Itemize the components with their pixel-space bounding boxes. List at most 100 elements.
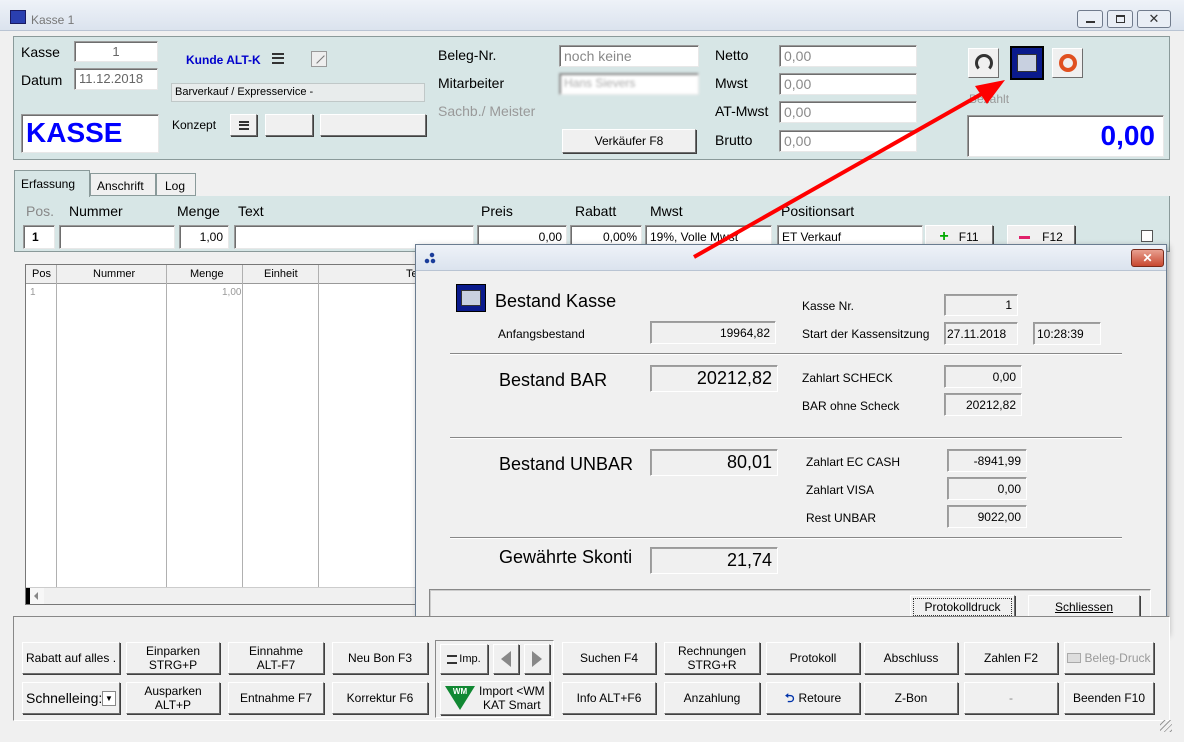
divider	[450, 353, 1122, 355]
list-icon[interactable]	[272, 53, 284, 64]
rabatt-auf-alles-button[interactable]: Rabatt auf alles .	[22, 642, 120, 674]
maximize-button[interactable]	[1107, 10, 1133, 28]
einnahme-button[interactable]: Einnahme ALT-F7	[228, 642, 324, 674]
start-time-value: 10:28:39	[1033, 322, 1101, 345]
beleg-druck-button[interactable]: Beleg-Druck	[1064, 642, 1154, 674]
visa-value: 0,00	[947, 477, 1027, 500]
pos-input[interactable]: 1	[23, 225, 55, 249]
menge-input[interactable]: 1,00	[179, 225, 229, 249]
brutto-field[interactable]: 0,00	[779, 130, 917, 152]
row-pos: 1	[30, 287, 36, 298]
z-bon-button[interactable]: Z-Bon	[864, 682, 958, 714]
grid-col-divider	[242, 265, 243, 604]
beenden-button[interactable]: Beenden F10	[1064, 682, 1154, 714]
undo-icon: ⮌	[784, 691, 795, 705]
list-icon	[238, 120, 249, 130]
headset-button[interactable]	[968, 48, 999, 78]
mitarbeiter-field[interactable]: Hans Sievers	[559, 73, 699, 95]
edit-pencil-icon[interactable]	[311, 51, 327, 67]
divider	[450, 437, 1122, 439]
scheck-value: 0,00	[944, 365, 1022, 388]
korrektur-button[interactable]: Korrektur F6	[332, 682, 428, 714]
visa-label: Zahlart VISA	[806, 483, 875, 497]
menge-header: Menge	[177, 203, 220, 219]
ausparken-button[interactable]: Ausparken ALT+P	[126, 682, 220, 714]
konzept-list-button[interactable]	[230, 114, 257, 136]
abschluss-button[interactable]: Abschluss	[864, 642, 958, 674]
konzept-field-1[interactable]	[265, 114, 313, 136]
grid-header-pos[interactable]: Pos	[32, 268, 51, 280]
grid-header-menge[interactable]: Menge	[190, 268, 224, 280]
mitarbeiter-label: Mitarbeiter	[438, 75, 505, 91]
wm-logo-icon: WM	[445, 686, 475, 710]
imp-button[interactable]: Imp.	[440, 644, 488, 674]
divider	[450, 537, 1122, 539]
beleg-field[interactable]: noch keine	[559, 45, 699, 67]
ec-label: Zahlart EC CASH	[806, 455, 901, 469]
bar-label: Bestand BAR	[499, 370, 608, 390]
lifebuoy-button[interactable]	[1052, 48, 1083, 78]
tab-log[interactable]: Log	[156, 173, 196, 196]
info-button[interactable]: Info ALT+F6	[562, 682, 656, 714]
scroll-left-button[interactable]	[26, 588, 44, 604]
cash-register-button[interactable]	[1010, 46, 1044, 80]
einparken-button[interactable]: Einparken STRG+P	[126, 642, 220, 674]
kunde-label[interactable]: Kunde ALT-K	[186, 53, 261, 67]
dialog-title-bar[interactable]: ✕	[416, 245, 1166, 271]
datum-field[interactable]: 11.12.2018	[74, 68, 158, 90]
prev-button[interactable]	[493, 644, 519, 674]
retoure-button[interactable]: ⮌ Retoure	[766, 682, 860, 714]
close-button[interactable]: ✕	[1137, 10, 1171, 28]
minimize-button[interactable]	[1077, 10, 1103, 28]
list-icon	[447, 654, 458, 664]
grid-col-divider	[318, 265, 319, 604]
row-menge: 1,00	[222, 287, 242, 298]
next-button[interactable]	[524, 644, 550, 674]
dialog-close-button[interactable]: ✕	[1131, 249, 1164, 267]
dash-button[interactable]: -	[964, 682, 1058, 714]
import-wm-label: Import <WM KAT Smart	[479, 684, 545, 712]
konzept-field-2[interactable]	[320, 114, 426, 136]
grid-col-divider	[56, 265, 57, 604]
protokoll-button[interactable]: Protokoll	[766, 642, 860, 674]
import-group: Imp. WM Import <WM KAT Smart	[435, 640, 554, 718]
grid-header-einheit[interactable]: Einheit	[264, 268, 298, 280]
import-wm-button[interactable]: WM Import <WM KAT Smart	[440, 681, 550, 715]
kasse-big-field: KASSE	[21, 114, 159, 153]
beleg-label: Beleg-Nr.	[438, 47, 497, 63]
title-bar[interactable]: Kasse 1 ✕	[0, 0, 1184, 31]
kasse-nr-value: 1	[944, 294, 1018, 316]
anzahlung-button[interactable]: Anzahlung	[664, 682, 760, 714]
unbar-value: 80,01	[650, 449, 778, 476]
netto-field[interactable]: 0,00	[779, 45, 917, 67]
grid-header-nummer[interactable]: Nummer	[93, 268, 135, 280]
unbar-label: Bestand UNBAR	[499, 454, 634, 474]
tab-erfassung[interactable]: Erfassung	[14, 170, 90, 197]
retoure-label: Retoure	[798, 691, 842, 705]
rechnungen-button[interactable]: Rechnungen STRG+R	[664, 642, 760, 674]
netto-label: Netto	[715, 47, 749, 63]
close-icon: ✕	[1148, 11, 1160, 26]
suchen-button[interactable]: Suchen F4	[562, 642, 656, 674]
preis-header: Preis	[481, 203, 513, 219]
zahlen-button[interactable]: Zahlen F2	[964, 642, 1058, 674]
kasse-field[interactable]: 1	[74, 41, 158, 62]
imp-label: Imp.	[459, 653, 481, 665]
resize-grip-icon[interactable]	[1160, 720, 1172, 732]
nummer-input[interactable]	[59, 225, 175, 249]
tab-anschrift[interactable]: Anschrift	[90, 173, 156, 196]
entnahme-button[interactable]: Entnahme F7	[228, 682, 324, 714]
neu-bon-button[interactable]: Neu Bon F3	[332, 642, 428, 674]
rest-value: 9022,00	[947, 505, 1027, 528]
mwst-field[interactable]: 0,00	[779, 73, 917, 95]
schnelleingabe-select[interactable]: Schnelleing: ▼	[22, 682, 120, 714]
window-title: Kasse 1	[31, 13, 75, 27]
chevron-down-icon: ▼	[102, 691, 116, 706]
verkaeufer-button[interactable]: Verkäufer F8	[562, 129, 696, 153]
atmwst-field[interactable]: 0,00	[779, 101, 917, 123]
datum-label: Datum	[21, 72, 63, 88]
line-checkbox[interactable]	[1141, 230, 1153, 242]
arrow-left-icon	[501, 651, 511, 667]
positionsart-header: Positionsart	[781, 203, 855, 219]
pos-header: Pos.	[26, 203, 55, 219]
